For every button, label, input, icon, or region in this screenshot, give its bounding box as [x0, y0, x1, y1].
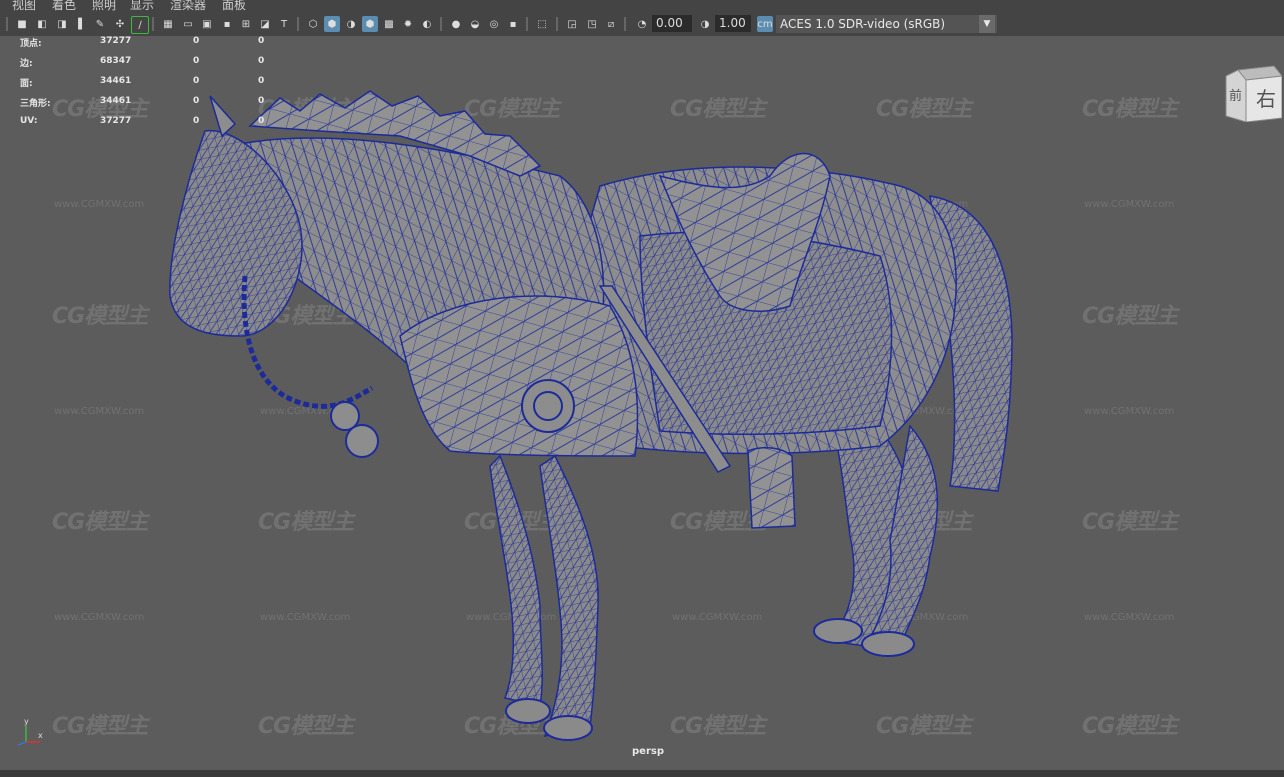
- horse-front-leg-right: [539, 454, 599, 738]
- horse-wireframe-model[interactable]: [0, 36, 1284, 770]
- hud-label: 边:: [20, 59, 33, 69]
- hud-row-faces: 面: 34461 0 0: [20, 76, 280, 90]
- isolate-select-icon[interactable]: ⬚: [534, 16, 550, 32]
- xray-components-icon[interactable]: ⧄: [603, 16, 619, 32]
- hud-label: 顶点:: [20, 39, 42, 49]
- camera-name-label: persp: [632, 746, 664, 757]
- hud-value: 0: [258, 116, 265, 126]
- menu-lighting[interactable]: 照明: [92, 0, 116, 12]
- xray-joints-icon[interactable]: ◳: [584, 16, 600, 32]
- menu-show[interactable]: 显示: [130, 0, 154, 12]
- toolbar-divider: [297, 17, 299, 31]
- hoof: [505, 698, 551, 724]
- bookmarks-icon[interactable]: ◨: [54, 16, 70, 32]
- exposure-icon[interactable]: ◔: [634, 16, 650, 32]
- y-axis-label: y: [24, 717, 29, 726]
- motion-blur-icon[interactable]: ◒: [467, 16, 483, 32]
- camera-attributes-icon[interactable]: ◧: [34, 16, 50, 32]
- hud-label: 三角形:: [20, 99, 51, 109]
- field-chart-icon[interactable]: ⊞: [238, 16, 254, 32]
- use-all-lights-icon[interactable]: ✹: [400, 16, 416, 32]
- xray-icon[interactable]: ◲: [564, 16, 580, 32]
- ambient-occlusion-icon[interactable]: ●: [448, 16, 464, 32]
- toolbar-divider: [526, 17, 528, 31]
- chain-ornament: [345, 424, 379, 458]
- hud-value: 37277: [100, 116, 132, 126]
- hud-value: 0: [193, 56, 200, 66]
- axis-gizmo: y x: [17, 717, 43, 746]
- wireframe-on-shaded-icon[interactable]: ⬢: [362, 16, 378, 32]
- hud-value: 0: [258, 36, 265, 46]
- grease-pencil-icon[interactable]: ✎: [92, 16, 108, 32]
- multisample-aa-icon[interactable]: ◎: [486, 16, 502, 32]
- smooth-shade-icon[interactable]: ⬢: [324, 16, 340, 32]
- hud-value: 0: [258, 56, 265, 66]
- hud-value: 0: [193, 116, 200, 126]
- hud-row-triangles: 三角形: 34461 0 0: [20, 96, 280, 110]
- wireframe-icon[interactable]: ⬡: [305, 16, 321, 32]
- depth-of-field-icon[interactable]: ▪: [505, 16, 521, 32]
- menu-bar: 视图 着色 照明 显示 渲染器 面板: [0, 0, 1284, 12]
- default-material-icon[interactable]: ◑: [343, 16, 359, 32]
- color-space-value: ACES 1.0 SDR-video (sRGB): [780, 17, 946, 31]
- hud-value: 34461: [100, 76, 132, 86]
- hud-value: 0: [193, 96, 200, 106]
- chevron-down-icon[interactable]: ▼: [979, 15, 995, 33]
- menu-panels[interactable]: 面板: [222, 0, 246, 12]
- toolbar-divider: [556, 17, 558, 31]
- exposure-field[interactable]: 0.00: [652, 15, 692, 32]
- view-cube-front-label: 前: [1229, 88, 1242, 104]
- viewport-toolbar: ■ ◧ ◨ ▌ ✎ ✣ ∕ ▦ ▭ ▣ ▪ ⊞ ◪ T ⬡ ⬢ ◑ ⬢ ▩ ✹ …: [0, 12, 1284, 37]
- gamma-field[interactable]: 1.00: [715, 15, 751, 32]
- grease-pencil-tool-icon[interactable]: ∕: [131, 16, 149, 34]
- hud-value: 0: [258, 76, 265, 86]
- horse-breast-armor: [399, 295, 639, 457]
- z-axis-line: [17, 741, 27, 746]
- hud-value: 0: [193, 36, 200, 46]
- hoof: [543, 715, 593, 741]
- color-space-select[interactable]: ACES 1.0 SDR-video (sRGB) ▼: [776, 15, 997, 33]
- gate-mask-icon[interactable]: ▪: [219, 16, 235, 32]
- stirrup: [747, 446, 796, 529]
- hud-value: 0: [258, 96, 265, 106]
- film-gate-icon[interactable]: ▭: [180, 16, 196, 32]
- 3d-viewport[interactable]: CG模型主www.CGMXW.comCG模型主www.CGMXW.comCG模型…: [0, 36, 1284, 770]
- toolbar-divider: [440, 17, 442, 31]
- x-axis-label: x: [38, 731, 43, 740]
- textured-icon[interactable]: ▩: [381, 16, 397, 32]
- breast-medallion: [521, 379, 575, 433]
- menu-shading[interactable]: 着色: [52, 0, 76, 12]
- grid-icon[interactable]: ▦: [160, 16, 176, 32]
- horse-front-leg-left: [489, 454, 543, 707]
- safe-title-icon[interactable]: T: [276, 16, 292, 32]
- menu-renderer[interactable]: 渲染器: [170, 0, 206, 12]
- safe-action-icon[interactable]: ◪: [257, 16, 273, 32]
- hoof: [861, 631, 915, 657]
- resolution-gate-icon[interactable]: ▣: [199, 16, 215, 32]
- color-management-icon[interactable]: cm: [757, 16, 773, 32]
- hud-value: 0: [193, 76, 200, 86]
- image-plane-icon[interactable]: ▌: [74, 16, 90, 32]
- hud-label: 面:: [20, 79, 33, 89]
- gamma-icon[interactable]: ◑: [697, 16, 713, 32]
- toolbar-divider: [6, 17, 8, 31]
- view-cube[interactable]: 前 右: [1224, 64, 1282, 122]
- shadows-icon[interactable]: ◐: [419, 16, 435, 32]
- hud-row-vertices: 顶点: 37277 0 0: [20, 36, 280, 50]
- hud-row-uvs: UV: 37277 0 0: [20, 116, 280, 130]
- toolbar-divider: [152, 17, 154, 31]
- hoof: [813, 618, 863, 644]
- hud-row-edges: 边: 68347 0 0: [20, 56, 280, 70]
- toolbar-divider: [624, 17, 626, 31]
- 2d-pan-zoom-icon[interactable]: ✣: [112, 16, 128, 32]
- view-cube-right-label: 右: [1256, 87, 1276, 111]
- viewport-bottom-border: [0, 770, 1284, 777]
- select-camera-icon[interactable]: ■: [14, 16, 30, 32]
- hud-value: 34461: [100, 96, 132, 106]
- hud-value: 37277: [100, 36, 132, 46]
- hud-value: 68347: [100, 56, 132, 66]
- hud-label: UV:: [20, 116, 38, 126]
- menu-view[interactable]: 视图: [12, 0, 36, 12]
